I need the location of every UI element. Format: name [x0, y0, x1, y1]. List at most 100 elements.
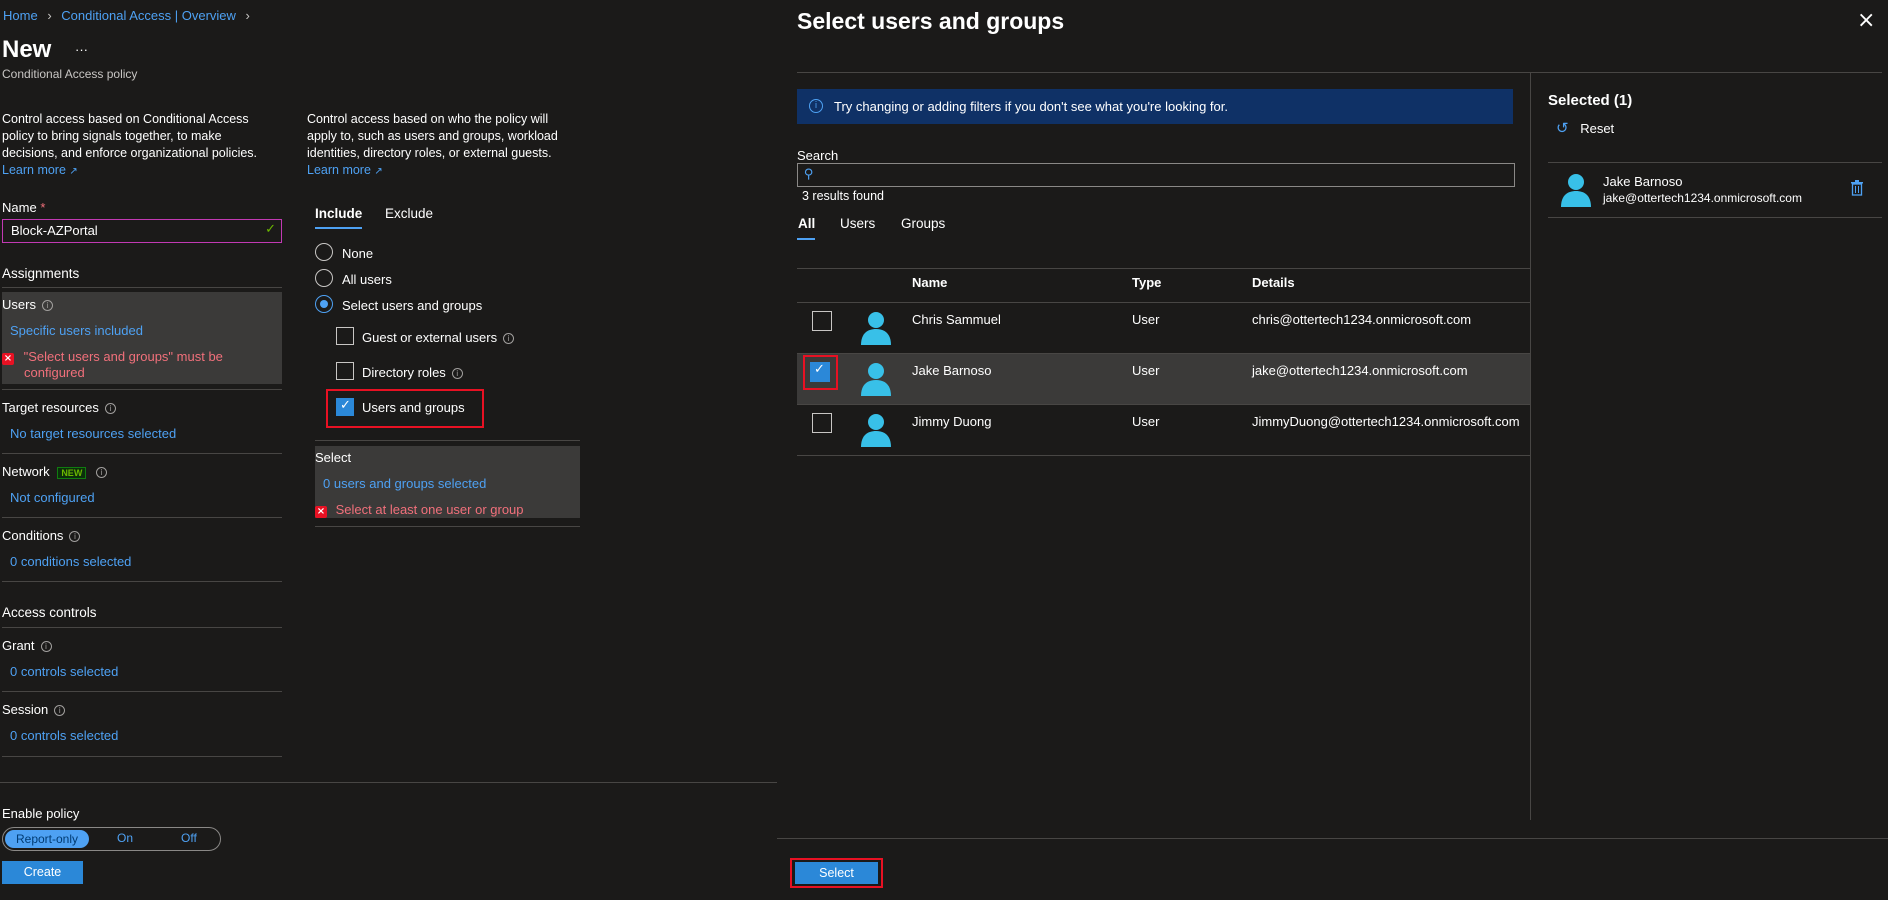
external-link-icon: ↗	[69, 166, 78, 177]
users-section[interactable]: Users i Specific users included × "Select…	[2, 292, 282, 384]
grant-label-text: Grant	[2, 638, 35, 653]
column-name[interactable]: Name	[912, 275, 947, 290]
more-options-button[interactable]: ···	[75, 42, 88, 57]
target-label-text: Target resources	[2, 400, 99, 415]
divider	[2, 287, 282, 288]
user-avatar-icon	[861, 363, 891, 396]
chevron-right-icon: ›	[47, 8, 52, 23]
page-title: New	[2, 36, 52, 63]
guest-users-label-text: Guest or external users	[362, 330, 498, 345]
row-checkbox[interactable]	[812, 311, 832, 331]
table-row[interactable]: Jake Barnoso User jake@ottertech1234.onm…	[797, 354, 1530, 405]
session-value[interactable]: 0 controls selected	[10, 728, 118, 743]
middle-intro: Control access based on who the policy w…	[307, 111, 558, 180]
users-value[interactable]: Specific users included	[10, 323, 143, 338]
filter-tab-groups[interactable]: Groups	[901, 216, 945, 231]
users-label: Users i	[2, 297, 53, 312]
info-icon: i	[40, 641, 52, 652]
row-checkbox[interactable]	[810, 362, 830, 382]
access-controls-heading: Access controls	[2, 605, 97, 620]
divider	[2, 581, 282, 582]
column-details[interactable]: Details	[1252, 275, 1295, 290]
grant-value[interactable]: 0 controls selected	[10, 664, 118, 679]
grant-label: Grant i	[2, 638, 52, 653]
toggle-on[interactable]: On	[117, 831, 133, 845]
user-avatar-icon	[1561, 174, 1591, 207]
dialog-footer-divider	[777, 838, 1888, 839]
users-groups-label: Users and groups	[362, 400, 465, 415]
close-icon[interactable]: ×	[1857, 8, 1875, 33]
radio-all-users[interactable]	[315, 269, 333, 287]
select-button[interactable]: Select	[795, 862, 878, 884]
intro-line: Control access based on who the policy w…	[307, 112, 549, 126]
search-input[interactable]: ⚲	[797, 163, 1515, 187]
checkbox-directory-roles[interactable]	[336, 362, 354, 380]
filter-tab-all[interactable]: All	[798, 216, 815, 231]
toggle-report-only[interactable]: Report-only	[5, 830, 89, 848]
target-resources-value[interactable]: No target resources selected	[10, 426, 176, 441]
info-icon: i	[104, 403, 116, 414]
table-row[interactable]: Chris Sammuel User chris@ottertech1234.o…	[797, 303, 1530, 354]
radio-select-users-label: Select users and groups	[342, 298, 483, 313]
enable-policy-toggle: Report-only On Off	[2, 827, 221, 851]
tab-include[interactable]: Include	[315, 206, 362, 221]
conditions-label: Conditions i	[2, 528, 81, 543]
row-name: Jake Barnoso	[912, 363, 992, 378]
chevron-right-icon: ›	[245, 8, 250, 23]
checkmark-icon: ✓	[265, 222, 276, 237]
filter-tab-users[interactable]: Users	[840, 216, 875, 231]
select-error-text: Select at least one user or group	[335, 502, 524, 517]
intro-line: Control access based on Conditional Acce…	[2, 112, 249, 126]
directory-roles-label-text: Directory roles	[362, 365, 446, 380]
intro-line: apply to, such as users and groups, work…	[307, 129, 558, 143]
reset-label: Reset	[1580, 121, 1615, 136]
undo-icon: ↺	[1556, 119, 1569, 137]
name-input[interactable]: Block-AZPortal ✓	[2, 219, 282, 243]
breadcrumb-parent[interactable]: Conditional Access | Overview	[61, 8, 236, 23]
radio-select-users[interactable]	[315, 295, 333, 313]
divider	[2, 756, 282, 757]
new-badge: NEW	[57, 467, 87, 479]
users-label-text: Users	[2, 297, 36, 312]
info-icon: i	[54, 705, 66, 716]
checkbox-users-groups[interactable]	[336, 398, 354, 416]
table-row[interactable]: Jimmy Duong User JimmyDuong@ottertech123…	[797, 405, 1530, 456]
select-value[interactable]: 0 users and groups selected	[323, 476, 486, 491]
info-icon: i	[41, 300, 53, 311]
radio-none-label: None	[342, 246, 374, 261]
tab-exclude[interactable]: Exclude	[385, 206, 433, 221]
toggle-off[interactable]: Off	[181, 831, 197, 845]
results-count: 3 results found	[802, 189, 884, 203]
intro-line: policy to bring signals together, to mak…	[2, 129, 222, 143]
trash-icon[interactable]	[1850, 180, 1864, 196]
create-button[interactable]: Create	[2, 861, 83, 884]
users-error-line: "Select users and groups" must be	[23, 349, 223, 364]
radio-none[interactable]	[315, 243, 333, 261]
name-label-text: Name	[2, 200, 37, 215]
learn-more-link[interactable]: Learn more ↗	[307, 162, 558, 180]
network-value[interactable]: Not configured	[10, 490, 95, 505]
info-circle-icon: i	[809, 99, 823, 113]
required-marker: *	[40, 200, 46, 215]
row-details: chris@ottertech1234.onmicrosoft.com	[1252, 312, 1472, 327]
learn-more-label[interactable]: Learn more	[307, 163, 371, 177]
learn-more-label[interactable]: Learn more	[2, 163, 66, 177]
info-banner: i Try changing or adding filters if you …	[797, 89, 1513, 124]
row-checkbox[interactable]	[812, 413, 832, 433]
directory-roles-label: Directory roles i	[362, 365, 463, 380]
learn-more-link[interactable]: Learn more ↗	[2, 162, 257, 180]
breadcrumb-home[interactable]: Home	[3, 8, 38, 23]
checkbox-guest-users[interactable]	[336, 327, 354, 345]
conditions-value[interactable]: 0 conditions selected	[10, 554, 131, 569]
row-type: User	[1132, 414, 1160, 429]
selected-user-email: jake@ottertech1234.onmicrosoft.com	[1603, 191, 1802, 205]
column-type[interactable]: Type	[1132, 275, 1161, 290]
radio-all-users-label: All users	[342, 272, 392, 287]
page-subtitle: Conditional Access policy	[2, 67, 138, 81]
info-icon: i	[95, 467, 107, 478]
info-banner-text: Try changing or adding filters if you do…	[834, 99, 1228, 114]
select-section[interactable]: Select 0 users and groups selected × Sel…	[315, 446, 580, 518]
users-error: × "Select users and groups" must be conf…	[2, 349, 223, 381]
reset-button[interactable]: ↺ Reset	[1556, 119, 1614, 137]
row-details: jake@ottertech1234.onmicrosoft.com	[1252, 363, 1468, 378]
